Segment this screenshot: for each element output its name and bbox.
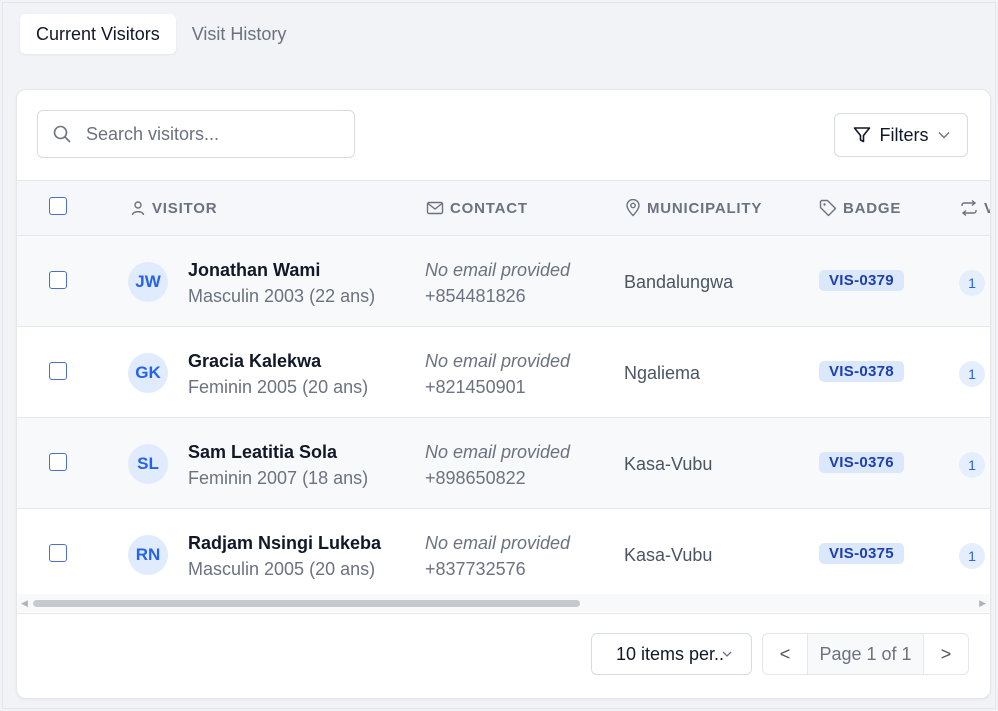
chevron-down-icon	[938, 132, 949, 139]
column-label-visits: V	[984, 200, 990, 217]
visits-count: 1	[959, 452, 985, 478]
row-checkbox[interactable]	[49, 453, 67, 471]
badge-chip: VIS-0379	[819, 270, 904, 291]
filters-label: Filters	[879, 124, 929, 145]
table-row[interactable]: JW Jonathan Wami Masculin 2003 (22 ans) …	[17, 236, 990, 327]
mail-icon	[426, 201, 444, 215]
column-header-visitor[interactable]: VISITOR	[130, 181, 217, 235]
visitor-name: Radjam Nsingi Lukeba	[188, 533, 382, 553]
visitor-email: No email provided	[425, 351, 571, 371]
avatar: SL	[128, 444, 168, 484]
user-icon	[131, 201, 145, 216]
column-label-badge: BADGE	[843, 199, 902, 217]
badge-chip: VIS-0376	[819, 452, 904, 473]
visitors-table: VISITOR CONTACT MUNICIPALITY BADGE JW Jo…	[17, 180, 990, 614]
visitor-name: Gracia Kalekwa	[188, 351, 322, 371]
visitor-meta: Feminin 2005 (20 ans)	[188, 377, 369, 397]
items-per-page-select[interactable]: 10 items per..	[591, 633, 752, 675]
visitor-municipality: Ngaliema	[624, 363, 701, 383]
filters-button[interactable]: Filters	[834, 113, 968, 157]
visitor-municipality: Kasa-Vubu	[624, 545, 713, 565]
next-page-button[interactable]: >	[924, 634, 968, 674]
table-row[interactable]: SL Sam Leatitia Sola Feminin 2007 (18 an…	[17, 418, 990, 509]
badge-chip: VIS-0378	[819, 361, 904, 382]
map-pin-icon	[626, 199, 640, 217]
avatar: RN	[128, 535, 168, 575]
column-header-visits[interactable]: V	[960, 181, 990, 235]
visitor-meta: Feminin 2007 (18 ans)	[188, 468, 369, 488]
search-icon	[53, 125, 71, 143]
visitor-phone: +898650822	[425, 468, 526, 488]
scroll-left-icon[interactable]: ◀	[21, 598, 28, 609]
avatar: GK	[128, 353, 168, 393]
avatar: JW	[128, 262, 168, 302]
search-input[interactable]	[84, 122, 338, 146]
visitor-phone: +821450901	[425, 377, 526, 397]
row-checkbox[interactable]	[49, 271, 67, 289]
visitor-meta: Masculin 2003 (22 ans)	[188, 286, 376, 306]
visits-count: 1	[959, 361, 985, 387]
tab-current-visitors[interactable]: Current Visitors	[20, 14, 176, 54]
visitor-municipality: Bandalungwa	[624, 272, 734, 292]
row-checkbox[interactable]	[49, 362, 67, 380]
visitor-email: No email provided	[425, 260, 571, 280]
visitor-email: No email provided	[425, 533, 571, 553]
chevron-down-icon	[722, 651, 732, 657]
search-box[interactable]	[37, 110, 355, 158]
visits-count: 1	[959, 543, 985, 569]
table-row[interactable]: GK Gracia Kalekwa Feminin 2005 (20 ans) …	[17, 327, 990, 418]
visitor-meta: Masculin 2005 (20 ans)	[188, 559, 376, 579]
scroll-right-icon[interactable]: ▶	[979, 598, 986, 609]
scrollbar-thumb[interactable]	[33, 600, 580, 607]
table-row[interactable]: RN Radjam Nsingi Lukeba Masculin 2005 (2…	[17, 509, 990, 600]
column-header-badge[interactable]: BADGE	[819, 181, 901, 235]
column-header-municipality[interactable]: MUNICIPALITY	[625, 181, 762, 235]
visitor-name: Sam Leatitia Sola	[188, 442, 338, 462]
prev-page-button[interactable]: <	[763, 634, 807, 674]
row-checkbox[interactable]	[49, 544, 67, 562]
badge-chip: VIS-0375	[819, 543, 904, 564]
column-label-contact: CONTACT	[450, 199, 528, 217]
visitor-municipality: Kasa-Vubu	[624, 454, 713, 474]
pagination: < Page 1 of 1 >	[762, 633, 969, 675]
items-per-page-value: 10 items per..	[616, 643, 725, 664]
visitors-card: Filters VISITOR CONTACT	[16, 89, 991, 699]
table-header: VISITOR CONTACT MUNICIPALITY BADGE	[17, 181, 990, 236]
column-header-contact[interactable]: CONTACT	[426, 181, 528, 235]
visitor-name: Jonathan Wami	[188, 260, 321, 280]
page-indicator: Page 1 of 1	[807, 634, 924, 674]
visitor-phone: +837732576	[425, 559, 526, 579]
column-label-municipality: MUNICIPALITY	[647, 199, 763, 217]
column-label-visitor: VISITOR	[152, 199, 218, 217]
repeat-icon	[961, 199, 977, 217]
filter-icon	[853, 127, 870, 143]
tab-visit-history[interactable]: Visit History	[176, 14, 303, 54]
horizontal-scrollbar[interactable]: ◀ ▶	[17, 594, 990, 612]
tab-bar: Current Visitors Visit History	[20, 14, 302, 54]
visitor-phone: +854481826	[425, 286, 526, 306]
visitor-email: No email provided	[425, 442, 571, 462]
visits-count: 1	[959, 270, 985, 296]
tag-icon	[819, 199, 837, 217]
select-all-checkbox[interactable]	[49, 197, 67, 215]
